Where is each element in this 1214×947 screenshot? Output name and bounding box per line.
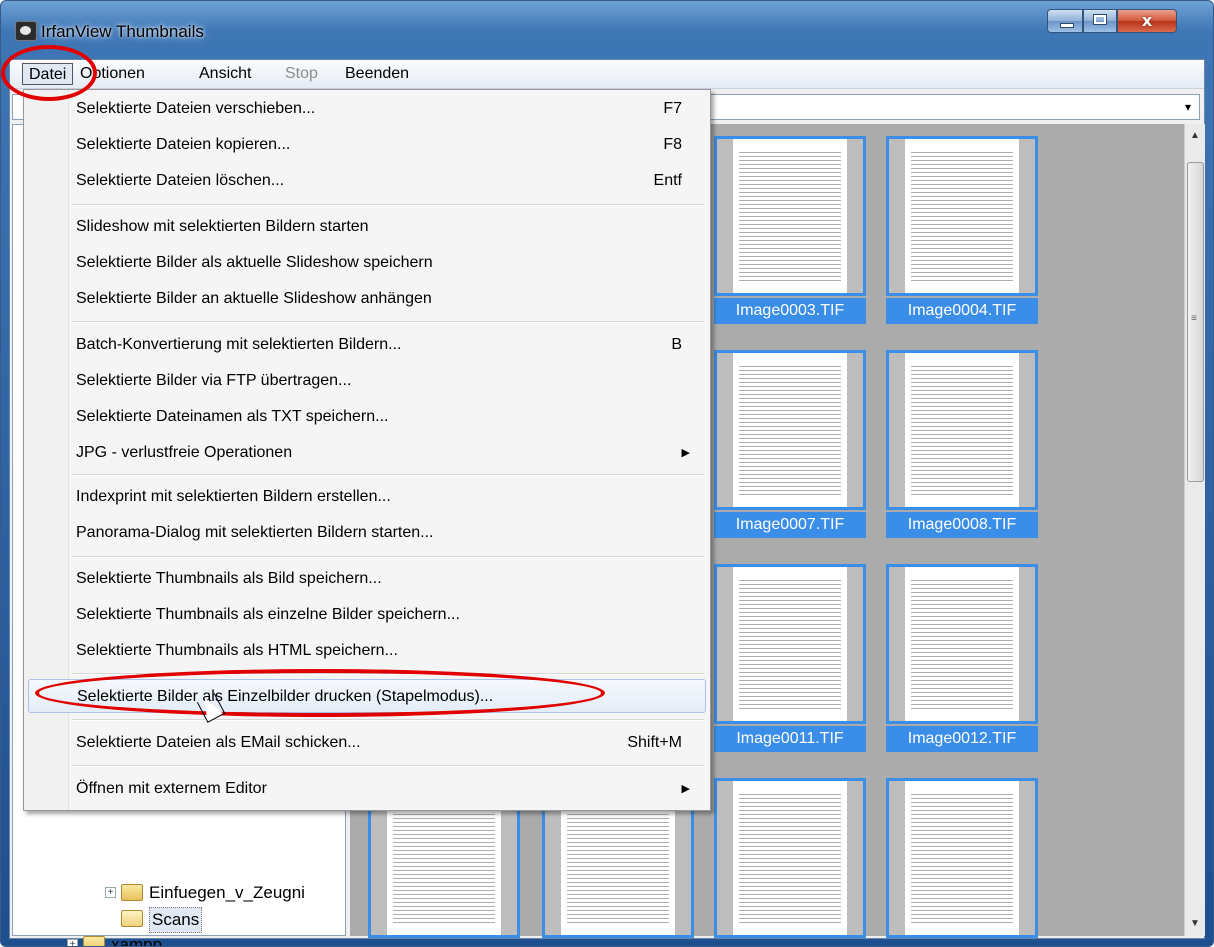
submenu-arrow-icon: ▶ [681, 783, 690, 795]
menu-separator [72, 556, 704, 558]
thumbnail-caption[interactable]: Image0008.TIF [886, 512, 1038, 538]
document-preview [911, 149, 1013, 283]
menu-stop[interactable]: Stop [279, 63, 324, 85]
annotation-circle [1, 45, 97, 101]
window-title: IrfanView Thumbnails [41, 22, 204, 41]
menu-open-external-editor[interactable]: Öffnen mit externem Editor ▶ [28, 772, 706, 806]
scroll-up-icon[interactable]: ▲ [1190, 130, 1200, 141]
menu-jpg-lossless[interactable]: JPG - verlustfreie Operationen ▶ [28, 436, 706, 470]
thumbnail-image0011[interactable] [714, 564, 866, 724]
menu-ansicht[interactable]: Ansicht [193, 63, 257, 85]
document-preview [739, 149, 841, 283]
folder-icon [83, 936, 105, 946]
chevron-down-icon[interactable]: ▾ [1177, 95, 1199, 119]
grip-icon: ≡ [1191, 313, 1197, 324]
menu-save-filenames-txt[interactable]: Selektierte Dateinamen als TXT speichern… [28, 400, 706, 434]
thumbnail-image0012[interactable] [886, 564, 1038, 724]
thumbnail-scrollbar[interactable]: ▲ ≡ ▼ [1184, 124, 1205, 936]
menu-separator [72, 719, 704, 721]
menu-indexprint[interactable]: Indexprint mit selektierten Bildern erst… [28, 480, 706, 514]
document-preview [739, 577, 841, 711]
menu-batch-conversion[interactable]: Batch-Konvertierung mit selektierten Bil… [28, 328, 706, 362]
tree-item-scans[interactable]: Scans [105, 907, 305, 933]
thumbnail-document[interactable] [886, 778, 1038, 938]
shortcut-key: Shift+M [627, 734, 682, 751]
menu-copy-files[interactable]: Selektierte Dateien kopieren... F8 [28, 128, 706, 162]
scroll-down-icon[interactable]: ▼ [1190, 918, 1200, 929]
thumbnail-image0003[interactable] [714, 136, 866, 296]
annotation-circle [35, 669, 605, 717]
maximize-button[interactable] [1083, 9, 1117, 33]
thumbnail-caption[interactable]: Image0007.TIF [714, 512, 866, 538]
shortcut-key: F7 [663, 100, 682, 117]
close-button[interactable]: x [1117, 9, 1177, 33]
folder-icon [121, 884, 143, 901]
thumbnail-caption[interactable]: Image0011.TIF [714, 726, 866, 752]
menu-separator [72, 765, 704, 767]
document-preview [911, 791, 1013, 925]
irfanview-app-icon[interactable] [15, 21, 37, 41]
menu-thumbs-as-html[interactable]: Selektierte Thumbnails als HTML speicher… [28, 634, 706, 668]
menu-send-email[interactable]: Selektierte Dateien als EMail schicken..… [28, 726, 706, 760]
shortcut-key: Entf [653, 172, 682, 189]
thumbnail-caption[interactable]: Image0003.TIF [714, 298, 866, 324]
tree-item-label: Einfuegen_v_Zeugni [149, 883, 305, 902]
document-preview [567, 791, 669, 925]
thumbnail-image0004[interactable] [886, 136, 1038, 296]
shortcut-key: F8 [663, 136, 682, 153]
menu-append-slideshow[interactable]: Selektierte Bilder an aktuelle Slideshow… [28, 282, 706, 316]
menu-panorama[interactable]: Panorama-Dialog mit selektierten Bildern… [28, 516, 706, 550]
thumbnail-image0008[interactable] [886, 350, 1038, 510]
submenu-arrow-icon: ▶ [681, 447, 690, 459]
menu-thumbs-as-image[interactable]: Selektierte Thumbnails als Bild speicher… [28, 562, 706, 596]
thumbnail-image0007[interactable] [714, 350, 866, 510]
app-window: IrfanView Thumbnails x Datei Optionen An… [0, 0, 1214, 947]
menu-separator [72, 321, 704, 323]
menu-move-files[interactable]: Selektierte Dateien verschieben... F7 [28, 92, 706, 126]
tree-item-label: Scans [149, 907, 203, 933]
menu-thumbs-as-single-images[interactable]: Selektierte Thumbnails als einzelne Bild… [28, 598, 706, 632]
thumbnail-caption[interactable]: Image0012.TIF [886, 726, 1038, 752]
menu-start-slideshow[interactable]: Slideshow mit selektierten Bildern start… [28, 210, 706, 244]
thumbnail-certificate[interactable] [714, 778, 866, 938]
menu-ftp-upload[interactable]: Selektierte Bilder via FTP übertragen... [28, 364, 706, 398]
thumbnail-caption[interactable]: Image0004.TIF [886, 298, 1038, 324]
document-preview [911, 363, 1013, 497]
maximize-icon [1093, 14, 1107, 25]
minimize-icon [1060, 23, 1074, 28]
document-preview [739, 363, 841, 497]
menu-bar: Datei Optionen Ansicht Stop Beenden [10, 60, 1204, 89]
tree-item-einfuegen[interactable]: + Einfuegen_v_Zeugni [105, 881, 325, 905]
menu-separator [72, 204, 704, 206]
document-preview [911, 577, 1013, 711]
menu-save-slideshow[interactable]: Selektierte Bilder als aktuelle Slidesho… [28, 246, 706, 280]
expand-icon[interactable]: + [105, 887, 116, 898]
tree-item-xampp[interactable]: + xampp [67, 933, 267, 947]
minimize-button[interactable] [1047, 9, 1083, 33]
title-bar[interactable]: IrfanView Thumbnails x [1, 1, 1213, 59]
tree-item-label: xampp [111, 935, 163, 947]
expand-icon[interactable]: + [67, 939, 78, 946]
menu-beenden[interactable]: Beenden [339, 63, 415, 85]
menu-separator [72, 474, 704, 476]
close-icon: x [1141, 11, 1153, 30]
folder-open-icon [121, 910, 143, 927]
menu-delete-files[interactable]: Selektierte Dateien löschen... Entf [28, 164, 706, 198]
document-preview [393, 791, 495, 925]
shortcut-key: B [671, 336, 682, 353]
scrollbar-thumb[interactable]: ≡ [1187, 162, 1204, 482]
document-preview [739, 791, 841, 925]
